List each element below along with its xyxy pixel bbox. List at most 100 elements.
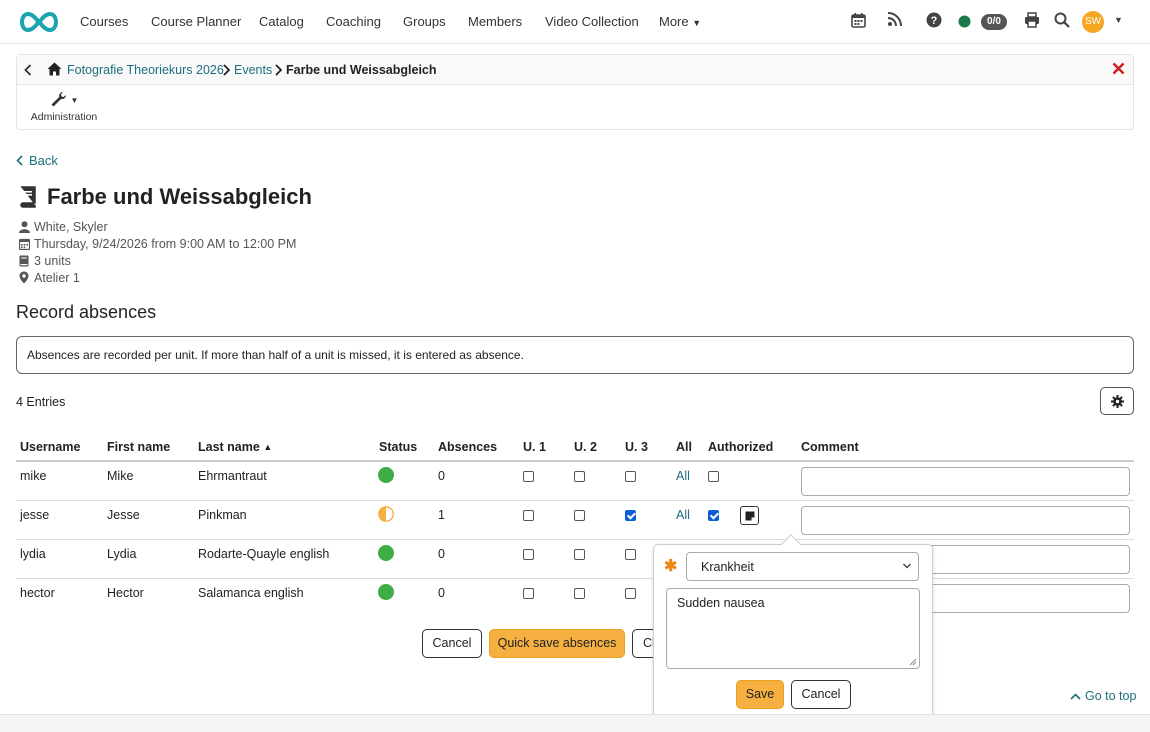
comment-field[interactable] xyxy=(801,467,1130,496)
row-divider xyxy=(16,500,1134,501)
cell-absences: 0 xyxy=(438,469,445,483)
administration-button[interactable]: ▼ Administration xyxy=(27,91,101,123)
breadcrumb: Fotografie Theoriekurs 2026 Events Farbe… xyxy=(17,55,1133,85)
close-icon[interactable] xyxy=(1112,62,1125,75)
col-unit-1: U. 1 xyxy=(523,440,546,454)
status-partial-icon xyxy=(378,506,394,522)
rss-icon[interactable] xyxy=(887,12,902,27)
col-username[interactable]: Username xyxy=(20,440,80,454)
row-divider xyxy=(16,539,1134,540)
print-icon[interactable] xyxy=(1024,12,1040,28)
unit-2-checkbox[interactable] xyxy=(574,588,585,599)
breadcrumb-course[interactable]: Fotografie Theoriekurs 2026 xyxy=(67,63,224,77)
quick-save-absences-button[interactable]: Quick save absences xyxy=(489,629,625,658)
info-box: Absences are recorded per unit. If more … xyxy=(16,336,1134,374)
nav-courses[interactable]: Courses xyxy=(80,14,128,29)
cell-username: mike xyxy=(20,469,47,483)
unit-2-checkbox[interactable] xyxy=(574,471,585,482)
user-avatar[interactable]: SW xyxy=(1082,11,1104,33)
reason-comment-value: Sudden nausea xyxy=(677,596,765,610)
calendar-icon xyxy=(18,238,30,250)
caret-down-icon: ▼ xyxy=(70,96,79,105)
unit-3-checkbox[interactable] xyxy=(625,510,636,521)
breadcrumb-back-icon[interactable] xyxy=(24,64,32,76)
unit-2-checkbox[interactable] xyxy=(574,510,585,521)
cell-absences: 0 xyxy=(438,586,445,600)
authorization-note-button[interactable] xyxy=(740,506,759,525)
home-icon[interactable] xyxy=(47,62,62,76)
chevron-down-icon xyxy=(902,561,912,571)
back-label: Back xyxy=(29,153,58,168)
cell-username: jesse xyxy=(20,508,50,522)
authorized-checkbox[interactable] xyxy=(708,471,719,482)
nav-more-label: More xyxy=(659,14,689,29)
unit-3-checkbox[interactable] xyxy=(625,549,636,560)
col-first-name[interactable]: First name xyxy=(107,440,170,454)
cell-username: hector xyxy=(20,586,55,600)
course-toolbar: Fotografie Theoriekurs 2026 Events Farbe… xyxy=(16,54,1134,130)
help-icon[interactable]: ? xyxy=(926,12,942,28)
nav-video-collection[interactable]: Video Collection xyxy=(545,14,639,29)
all-units-link[interactable]: All xyxy=(676,508,690,522)
cell-last-name: Salamanca english xyxy=(198,586,304,600)
nav-course-planner[interactable]: Course Planner xyxy=(151,14,241,29)
col-absences[interactable]: Absences xyxy=(438,440,497,454)
section-title: Record absences xyxy=(16,302,157,322)
nav-coaching[interactable]: Coaching xyxy=(326,14,381,29)
nav-members[interactable]: Members xyxy=(468,14,522,29)
unit-1-checkbox[interactable] xyxy=(523,471,534,482)
unit-2-checkbox[interactable] xyxy=(574,549,585,560)
comment-field[interactable] xyxy=(801,506,1130,535)
unit-1-checkbox[interactable] xyxy=(523,510,534,521)
resize-grip-icon[interactable] xyxy=(909,658,917,666)
status-present-icon xyxy=(378,545,394,561)
cell-last-name: Rodarte-Quayle english xyxy=(198,547,330,561)
calendar-icon[interactable] xyxy=(851,12,866,28)
user-icon xyxy=(18,221,30,233)
entries-count: 4 Entries xyxy=(16,395,66,409)
nav-more[interactable]: More ▼ xyxy=(659,14,701,29)
breadcrumb-current: Farbe und Weissabgleich xyxy=(286,63,437,77)
unit-1-checkbox[interactable] xyxy=(523,549,534,560)
unit-1-checkbox[interactable] xyxy=(523,588,534,599)
event-datetime-text: Thursday, 9/24/2026 from 9:00 AM to 12:0… xyxy=(34,237,297,251)
openolat-logo-icon[interactable] xyxy=(16,10,62,34)
col-comment: Comment xyxy=(801,440,859,454)
unit-3-checkbox[interactable] xyxy=(625,588,636,599)
authorized-checkbox[interactable] xyxy=(708,510,719,521)
cell-absences: 1 xyxy=(438,508,445,522)
nav-catalog[interactable]: Catalog xyxy=(259,14,304,29)
search-icon[interactable] xyxy=(1054,12,1070,28)
cell-first-name: Hector xyxy=(107,586,144,600)
breadcrumb-events[interactable]: Events xyxy=(234,63,272,77)
col-all: All xyxy=(676,440,692,454)
chevron-left-icon xyxy=(16,155,23,166)
top-navbar: Courses Course Planner Catalog Coaching … xyxy=(0,0,1150,44)
footer xyxy=(0,714,1150,732)
unit-3-checkbox[interactable] xyxy=(625,471,636,482)
nav-groups[interactable]: Groups xyxy=(403,14,446,29)
notification-counter[interactable]: 0/0 xyxy=(981,14,1007,30)
col-status[interactable]: Status xyxy=(379,440,417,454)
popover-save-button[interactable]: Save xyxy=(736,680,784,709)
popover-cancel-button[interactable]: Cancel xyxy=(791,680,851,709)
cell-absences: 0 xyxy=(438,547,445,561)
back-link[interactable]: Back xyxy=(16,153,58,168)
page-title: Farbe und Weissabgleich xyxy=(47,184,312,209)
svg-text:?: ? xyxy=(931,15,938,27)
online-status-icon[interactable] xyxy=(958,15,971,28)
required-asterisk-icon: ✱ xyxy=(664,558,678,575)
event-units: 3 units xyxy=(18,254,71,268)
reason-comment-textarea[interactable]: Sudden nausea xyxy=(666,588,920,669)
all-units-link[interactable]: All xyxy=(676,469,690,483)
user-menu-caret-icon[interactable]: ▼ xyxy=(1114,15,1123,25)
breadcrumb-chevron-icon xyxy=(223,64,230,76)
table-settings-button[interactable] xyxy=(1100,387,1134,415)
reason-select[interactable]: Krankheit xyxy=(686,552,919,581)
go-to-top-link[interactable]: Go to top xyxy=(1070,689,1136,703)
col-last-name[interactable]: Last name ▲ xyxy=(198,440,272,454)
reason-select-value: Krankheit xyxy=(701,560,754,574)
caret-down-icon: ▼ xyxy=(692,18,702,28)
cancel-button[interactable]: Cancel xyxy=(422,629,482,658)
cell-first-name: Jesse xyxy=(107,508,140,522)
